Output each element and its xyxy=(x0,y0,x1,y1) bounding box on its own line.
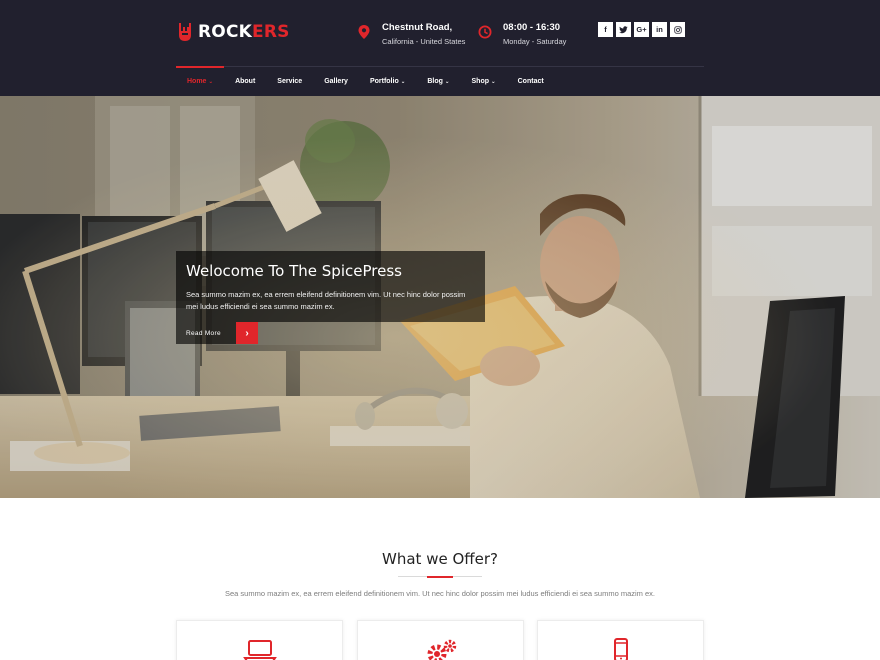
nav-shop[interactable]: Shop ⌄ xyxy=(461,67,507,96)
nav-home-label: Home xyxy=(187,78,207,85)
service-card[interactable] xyxy=(537,620,704,660)
nav-portfolio[interactable]: Portfolio ⌄ xyxy=(359,67,416,96)
address-subtitle: California - United States xyxy=(382,37,466,46)
nav-service-label: Service xyxy=(277,78,303,85)
nav-about-label: About xyxy=(235,78,256,85)
site-logo[interactable]: ROCKERS xyxy=(176,19,290,45)
nav-blog[interactable]: Blog ⌄ xyxy=(416,67,460,96)
section-description: Sea summo mazim ex, ea errem eleifend de… xyxy=(224,589,656,598)
nav-portfolio-label: Portfolio xyxy=(369,78,399,85)
slide-caption: Welocome To The SpicePress Sea summo maz… xyxy=(176,251,485,322)
hours-subtitle: Monday - Saturday xyxy=(503,37,567,46)
hero-slider: Welocome To The SpicePress Sea summo maz… xyxy=(0,96,880,498)
nav-blog-label: Blog xyxy=(427,78,443,85)
map-marker-icon xyxy=(358,25,370,39)
arrow-right-icon: › xyxy=(236,322,258,344)
social-links: f G+ in xyxy=(598,22,688,37)
hours-title: 08:00 - 16:30 xyxy=(503,22,561,33)
read-more-label: Read More xyxy=(176,322,236,344)
chevron-down-icon: ⌄ xyxy=(400,78,406,85)
title-separator-accent xyxy=(427,576,453,578)
logo-text-accent: ERS xyxy=(252,22,290,42)
nav-gallery[interactable]: Gallery xyxy=(313,67,359,96)
section-title: What we Offer? xyxy=(382,550,498,568)
instagram-icon[interactable] xyxy=(670,22,685,37)
service-card[interactable] xyxy=(176,620,343,660)
nav-about[interactable]: About xyxy=(224,67,266,96)
rock-hand-icon xyxy=(179,23,191,41)
linkedin-icon[interactable]: in xyxy=(652,22,667,37)
nav-contact[interactable]: Contact xyxy=(507,67,555,96)
nav-shop-label: Shop xyxy=(471,78,490,85)
read-more-button[interactable]: Read More › xyxy=(176,322,258,344)
hours-block: 08:00 - 16:30 Monday - Saturday xyxy=(478,21,566,48)
service-card[interactable] xyxy=(357,620,524,660)
mobile-icon xyxy=(613,638,628,660)
twitter-icon[interactable] xyxy=(616,22,631,37)
nav-gallery-label: Gallery xyxy=(324,78,348,85)
slide-title: Welocome To The SpicePress xyxy=(186,262,402,280)
address-title: Chestnut Road, xyxy=(382,22,453,33)
site-header: ROCKERS Chestnut Road, California - Unit… xyxy=(0,0,880,96)
clock-icon xyxy=(478,25,492,39)
main-nav: Home ⌄ About Service Gallery Portfolio ⌄ B… xyxy=(176,66,704,96)
nav-contact-label: Contact xyxy=(517,78,544,85)
nav-home[interactable]: Home ⌄ xyxy=(176,66,225,96)
logo-text-primary: ROCK xyxy=(198,22,252,42)
google-plus-icon[interactable]: G+ xyxy=(634,22,649,37)
address-block: Chestnut Road, California - United State… xyxy=(357,21,465,48)
nav-service[interactable]: Service xyxy=(266,67,313,96)
chevron-down-icon: ⌄ xyxy=(444,78,450,85)
laptop-icon xyxy=(242,640,277,660)
facebook-icon[interactable]: f xyxy=(598,22,613,37)
slide-description: Sea summo mazim ex, ea errem eleifend de… xyxy=(186,290,466,311)
chevron-down-icon: ⌄ xyxy=(491,78,496,85)
chevron-down-icon: ⌄ xyxy=(208,78,214,85)
gears-icon xyxy=(427,639,456,660)
